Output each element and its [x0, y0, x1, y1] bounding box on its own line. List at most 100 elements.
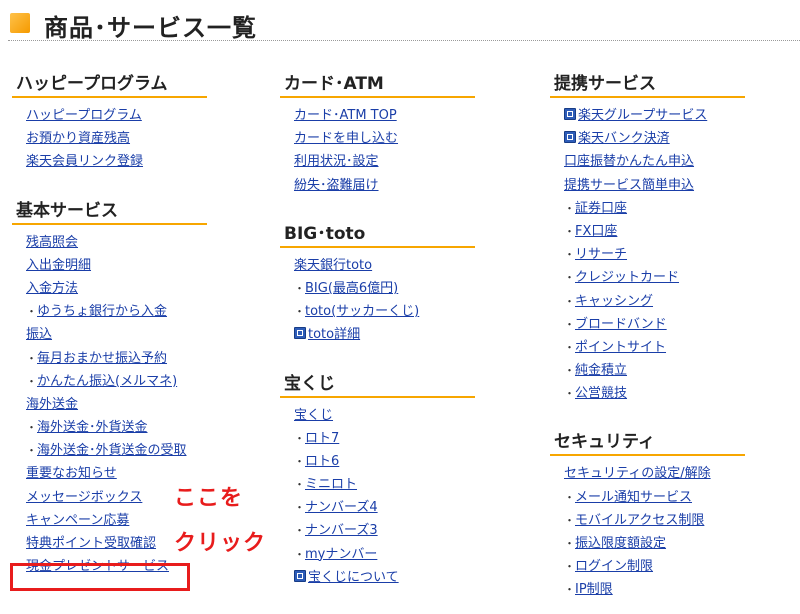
column-right: 提携サービス 楽天グループサービス 楽天バンク決済 口座振替かんたん申込 提携サ…: [550, 74, 745, 602]
link-loto6[interactable]: ロト6: [305, 454, 339, 469]
list-item: ハッピープログラム: [12, 104, 207, 127]
link-easy-transfer[interactable]: かんたん振込(メルマネ): [37, 374, 177, 389]
link-foreign-remittance[interactable]: 海外送金･外貨送金: [37, 420, 148, 435]
link-email-notify[interactable]: メール通知サービス: [575, 490, 692, 505]
link-cashing[interactable]: キャッシング: [575, 294, 653, 309]
link-message-box[interactable]: メッセージボックス: [26, 490, 142, 505]
section-happy-program: ハッピープログラム ハッピープログラム お預かり資産残高 楽天会員リンク登録: [12, 74, 207, 174]
link-my-number[interactable]: myナンバー: [305, 547, 377, 562]
external-link-icon: [294, 327, 306, 340]
list-item: 宝くじ: [280, 404, 475, 427]
link-fx-account[interactable]: FX口座: [575, 224, 617, 239]
list-item: セキュリティの設定/解除: [550, 462, 745, 485]
link-research[interactable]: リサーチ: [575, 247, 627, 262]
list-item: ゆうちょ銀行から入金: [12, 300, 207, 323]
link-partner-easy-apply[interactable]: 提携サービス簡単申込: [564, 178, 694, 193]
link-gold-savings[interactable]: 純金積立: [575, 363, 627, 378]
link-broadband[interactable]: ブロードバンド: [575, 317, 667, 332]
list-item: カードを申し込む: [280, 127, 475, 150]
list-item: メール通知サービス: [550, 486, 745, 509]
link-list: 楽天グループサービス 楽天バンク決済 口座振替かんたん申込 提携サービス簡単申込…: [550, 104, 745, 405]
link-lost-stolen[interactable]: 紛失･盗難届け: [294, 178, 379, 193]
highlight-box: [10, 563, 190, 591]
list-item: お預かり資産残高: [12, 127, 207, 150]
link-direct-debit[interactable]: 口座振替かんたん申込: [564, 154, 694, 169]
list-item: かんたん振込(メルマネ): [12, 370, 207, 393]
list-item: IP制限: [550, 578, 745, 601]
link-transaction-details[interactable]: 入出金明細: [26, 258, 91, 273]
list-item: 提携サービス簡単申込: [550, 174, 745, 197]
link-about-lottery[interactable]: 宝くじについて: [308, 570, 399, 585]
link-loto7[interactable]: ロト7: [305, 431, 339, 446]
link-yucho-deposit[interactable]: ゆうちょ銀行から入金: [37, 304, 167, 319]
list-item: ポイントサイト: [550, 336, 745, 359]
link-login-restrict[interactable]: ログイン制限: [575, 559, 653, 574]
list-item: 証券口座: [550, 197, 745, 220]
link-credit-card[interactable]: クレジットカード: [575, 270, 679, 285]
link-campaign[interactable]: キャンペーン応募: [26, 513, 129, 528]
link-card-apply[interactable]: カードを申し込む: [294, 131, 398, 146]
link-monthly-transfer[interactable]: 毎月おまかせ振込予約: [37, 351, 167, 366]
list-item: ナンバーズ3: [280, 519, 475, 542]
link-numbers3[interactable]: ナンバーズ3: [305, 523, 378, 538]
link-deposit-method[interactable]: 入金方法: [26, 281, 78, 296]
link-miniloto[interactable]: ミニロト: [305, 477, 357, 492]
section-card-atm: カード･ATM カード･ATM TOP カードを申し込む 利用状況･設定 紛失･…: [280, 74, 475, 197]
section-title: 基本サービス: [12, 201, 207, 225]
link-rakuten-bank-payment[interactable]: 楽天バンク決済: [578, 131, 670, 146]
list-item: ミニロト: [280, 473, 475, 496]
list-item: 楽天銀行toto: [280, 254, 475, 277]
link-usage-settings[interactable]: 利用状況･設定: [294, 154, 379, 169]
link-foreign-remittance-receive[interactable]: 海外送金･外貨送金の受取: [37, 443, 187, 458]
link-mobile-access[interactable]: モバイルアクセス制限: [575, 513, 704, 528]
list-item: 口座振替かんたん申込: [550, 150, 745, 173]
list-item: BIG(最高6億円): [280, 277, 475, 300]
list-item: 入金方法: [12, 277, 207, 300]
link-rakuten-toto[interactable]: 楽天銀行toto: [294, 258, 372, 273]
link-transfer-limit[interactable]: 振込限度額設定: [575, 536, 666, 551]
list-item: 公営競技: [550, 382, 745, 405]
list-item: 宝くじについて: [280, 566, 475, 589]
link-security-settings[interactable]: セキュリティの設定/解除: [564, 466, 711, 481]
link-card-atm-top[interactable]: カード･ATM TOP: [294, 108, 397, 123]
list-item: 楽天バンク決済: [550, 127, 745, 150]
section-basic-services: 基本サービス 残高照会 入出金明細 入金方法 ゆうちょ銀行から入金 振込 毎月お…: [12, 201, 207, 579]
link-list: カード･ATM TOP カードを申し込む 利用状況･設定 紛失･盗難届け: [280, 104, 475, 197]
link-list: セキュリティの設定/解除 メール通知サービス モバイルアクセス制限 振込限度額設…: [550, 462, 745, 601]
link-happy-program[interactable]: ハッピープログラム: [26, 108, 142, 123]
list-item: 海外送金･外貨送金の受取: [12, 439, 207, 462]
list-item: リサーチ: [550, 243, 745, 266]
link-lottery[interactable]: 宝くじ: [294, 408, 333, 423]
link-securities-account[interactable]: 証券口座: [575, 201, 627, 216]
link-numbers4[interactable]: ナンバーズ4: [305, 500, 378, 515]
link-member-link[interactable]: 楽天会員リンク登録: [26, 154, 143, 169]
list-item: 純金積立: [550, 359, 745, 382]
list-item: クレジットカード: [550, 266, 745, 289]
external-link-icon: [564, 108, 576, 120]
section-big-toto: BIG･toto 楽天銀行toto BIG(最高6億円) toto(サッカーくじ…: [280, 224, 475, 347]
list-item: カード･ATM TOP: [280, 104, 475, 127]
list-item: FX口座: [550, 220, 745, 243]
link-toto[interactable]: toto(サッカーくじ): [305, 304, 419, 319]
link-list: 楽天銀行toto BIG(最高6億円) toto(サッカーくじ) toto詳細: [280, 254, 475, 347]
link-balance-inquiry[interactable]: 残高照会: [26, 235, 78, 250]
annotation-line1: ここを: [174, 486, 244, 511]
link-big[interactable]: BIG(最高6億円): [305, 281, 398, 296]
list-item: モバイルアクセス制限: [550, 509, 745, 532]
link-transfer[interactable]: 振込: [26, 327, 52, 342]
link-list: ハッピープログラム お預かり資産残高 楽天会員リンク登録: [12, 104, 207, 174]
list-item: 楽天グループサービス: [550, 104, 745, 127]
link-public-racing[interactable]: 公営競技: [575, 386, 627, 401]
link-toto-details[interactable]: toto詳細: [308, 327, 360, 342]
link-overseas-remittance[interactable]: 海外送金: [26, 397, 78, 412]
section-lottery: 宝くじ 宝くじ ロト7 ロト6 ミニロト ナンバーズ4 ナンバーズ3 myナンバ…: [280, 374, 475, 590]
link-rakuten-group[interactable]: 楽天グループサービス: [578, 108, 707, 123]
link-important-notice[interactable]: 重要なお知らせ: [26, 466, 117, 481]
section-title: ハッピープログラム: [12, 74, 207, 98]
link-ip-restrict[interactable]: IP制限: [575, 582, 613, 597]
link-point-confirm[interactable]: 特典ポイント受取確認: [26, 536, 156, 551]
link-asset-balance[interactable]: お預かり資産残高: [26, 131, 130, 146]
link-point-site[interactable]: ポイントサイト: [575, 340, 666, 355]
list-item: ログイン制限: [550, 555, 745, 578]
list-item: キャッシング: [550, 290, 745, 313]
